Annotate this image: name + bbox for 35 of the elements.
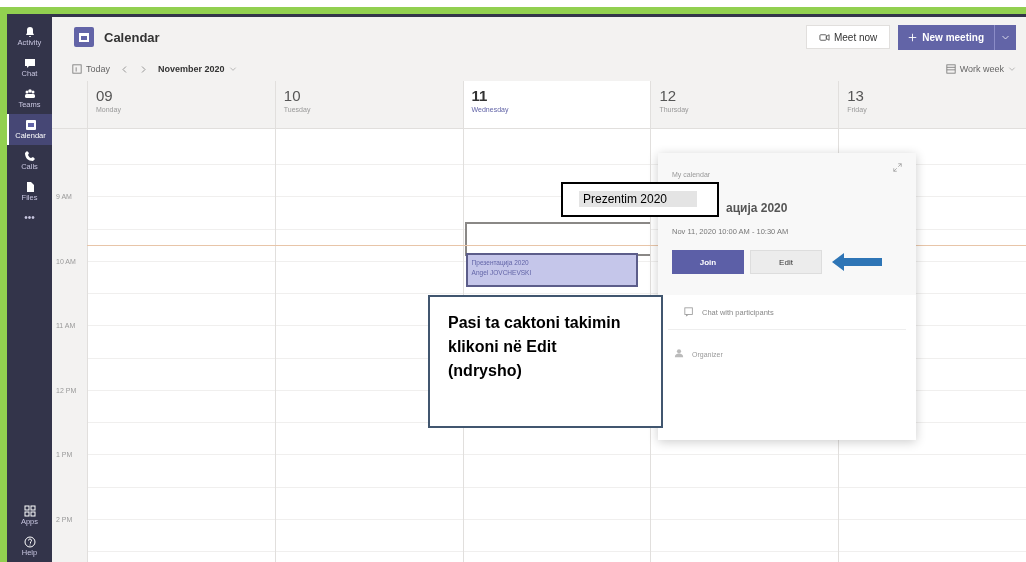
join-button[interactable]: Join xyxy=(672,250,744,274)
today-button[interactable]: Today xyxy=(72,64,111,74)
new-meeting-button[interactable]: New meeting xyxy=(898,24,994,50)
dropdown-button[interactable] xyxy=(994,24,1016,50)
help-icon xyxy=(23,536,36,548)
event-slot[interactable] xyxy=(464,222,651,256)
chat-icon xyxy=(684,307,694,317)
people-icon xyxy=(23,88,36,100)
chat-icon xyxy=(23,57,36,69)
month-picker[interactable]: November 2020 xyxy=(158,64,237,74)
person-icon xyxy=(674,348,684,358)
annotation-callout: Pasi ta caktoni takimin klikoni në Edit (ndrysho) xyxy=(428,295,663,428)
calendar-icon xyxy=(945,64,956,74)
event-title: ација 2020 xyxy=(726,201,789,215)
chevron-down-icon xyxy=(1008,65,1016,73)
app-bar-item[interactable]: ••• xyxy=(7,207,52,228)
arrow-icon xyxy=(832,251,882,273)
view-picker[interactable]: Work week xyxy=(945,64,1016,74)
chevron-right-icon xyxy=(139,64,149,74)
calendar-icon xyxy=(74,27,94,47)
video-icon xyxy=(818,31,830,43)
annotation-text: Prezentim 2020 xyxy=(579,191,698,207)
expand-icon xyxy=(893,163,902,172)
phone-icon xyxy=(23,150,36,162)
apps-icon xyxy=(23,505,36,517)
chevron-down-icon xyxy=(228,65,237,73)
calendar-icon xyxy=(24,119,37,131)
day-column[interactable] xyxy=(87,129,275,562)
calendar-icon xyxy=(72,64,82,74)
bell-icon xyxy=(23,26,36,38)
plus-icon xyxy=(908,32,918,42)
next-button[interactable] xyxy=(139,64,149,74)
meet-now-button[interactable]: Meet now xyxy=(805,25,891,49)
edit-button[interactable]: Edit xyxy=(750,250,822,274)
page-title: Calendar xyxy=(104,29,161,45)
